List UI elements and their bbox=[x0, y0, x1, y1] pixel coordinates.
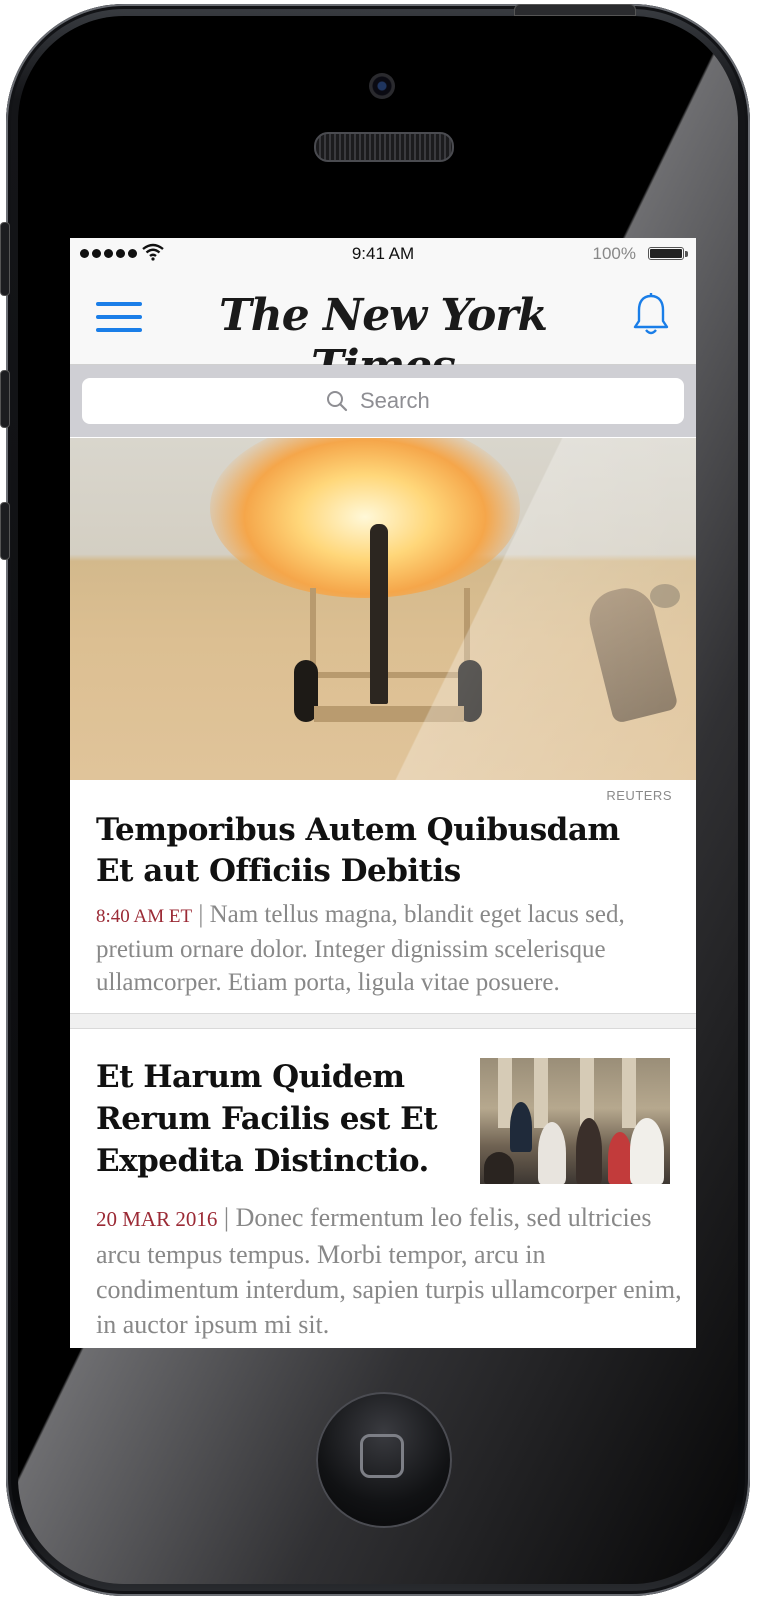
photo-credit: REUTERS bbox=[606, 788, 672, 803]
search-field[interactable] bbox=[82, 378, 684, 424]
article-headline[interactable]: Et Harum Quidem Rerum Facilis est Et Exp… bbox=[96, 1056, 446, 1182]
app-screen: 9:41 AM 100% The New York Times bbox=[70, 238, 696, 1348]
section-divider bbox=[70, 1013, 696, 1029]
article-summary: 20 MAR 2016 | Donec fermentum leo felis,… bbox=[96, 1200, 682, 1342]
hamburger-menu-icon[interactable] bbox=[96, 302, 142, 334]
hero-image[interactable] bbox=[70, 438, 696, 780]
mute-switch bbox=[0, 222, 10, 296]
home-button[interactable] bbox=[316, 1392, 452, 1528]
search-bar bbox=[70, 365, 696, 437]
separator: | bbox=[217, 1203, 236, 1232]
volume-up-button bbox=[0, 370, 10, 428]
home-square-icon bbox=[360, 1434, 404, 1478]
battery-percentage: 100% bbox=[592, 244, 636, 263]
separator: | bbox=[192, 901, 210, 928]
article-thumbnail[interactable] bbox=[480, 1058, 670, 1184]
power-button bbox=[514, 4, 636, 16]
nav-bar: The New York Times bbox=[70, 268, 696, 392]
bell-icon[interactable] bbox=[632, 292, 670, 338]
search-input[interactable] bbox=[360, 388, 440, 414]
volume-down-button bbox=[0, 502, 10, 560]
article-timestamp: 20 MAR 2016 bbox=[96, 1207, 218, 1231]
article-summary: 8:40 AM ET | Nam tellus magna, blandit e… bbox=[96, 898, 676, 999]
battery-icon bbox=[648, 247, 684, 260]
article-timestamp: 8:40 AM ET bbox=[96, 906, 193, 927]
article-headline[interactable]: Temporibus Autem Quibusdam Et aut Offici… bbox=[96, 810, 656, 892]
search-icon bbox=[327, 391, 348, 412]
battery-tip bbox=[685, 251, 688, 257]
status-bar: 9:41 AM 100% bbox=[70, 238, 696, 268]
front-camera bbox=[369, 73, 395, 99]
earpiece-speaker bbox=[314, 132, 454, 162]
